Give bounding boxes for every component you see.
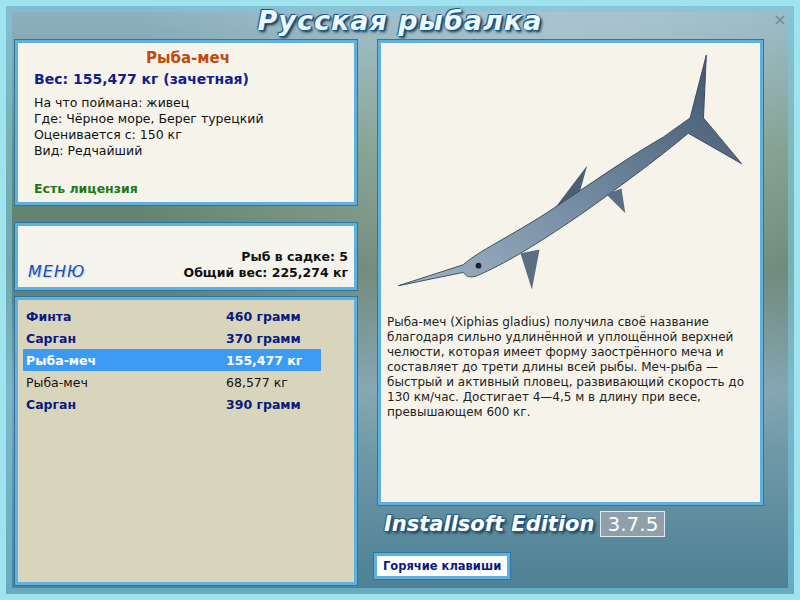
row-fish-weight: 370 грамм (226, 331, 321, 346)
fishing-catch-screen: Русская рыбалка Рыба-меч Вес: 155,477 кг (… (0, 0, 800, 600)
edition-badge: Installsoft Edition3.7.5 (378, 511, 763, 537)
license-status: Есть лицензия (34, 181, 342, 196)
fish-description-panel: Рыба-меч (Xiphias gladius) получила своё… (378, 40, 763, 505)
catch-info-panel: Рыба-меч Вес: 155,477 кг (зачетная) На что… (15, 40, 357, 205)
fish-weight: Вес: 155,477 кг (зачетная) (34, 71, 342, 87)
version-label: 3.7.5 (600, 511, 665, 537)
row-fish-name: Сарган (26, 397, 226, 412)
right-column: Рыба-меч (Xiphias gladius) получила своё… (378, 40, 763, 585)
swordfish-icon (387, 47, 754, 309)
total-weight: Общий вес: 225,274 кг (184, 265, 349, 281)
keepnet-row[interactable]: Финта460 грамм (23, 305, 321, 327)
fish-description: Рыба-меч (Xiphias gladius) получила своё… (387, 315, 754, 420)
keepnet-list: Финта460 граммСарган370 граммРыба-меч155… (15, 297, 357, 585)
row-fish-weight: 68,577 кг (226, 375, 321, 390)
content: Рыба-меч Вес: 155,477 кг (зачетная) На что… (0, 40, 800, 600)
catch-detail: Где: Чёрное море, Берег турецкий (34, 111, 342, 127)
keepnet-row[interactable]: Рыба-меч68,577 кг (23, 371, 321, 393)
row-fish-name: Рыба-меч (26, 353, 226, 368)
menu-panel: МЕНЮ Рыб в садке: 5Общий вес: 225,274 кг (15, 223, 357, 290)
catch-detail: Вид: Редчайший (34, 143, 342, 159)
keepnet-row[interactable]: Рыба-меч155,477 кг (23, 349, 321, 371)
keepnet-row[interactable]: Сарган370 грамм (23, 327, 321, 349)
row-fish-name: Финта (26, 309, 226, 324)
close-icon[interactable] (774, 14, 786, 26)
keepnet-totals: Рыб в садке: 5Общий вес: 225,274 кг (184, 249, 349, 281)
menu-button[interactable]: МЕНЮ (28, 262, 85, 281)
row-fish-weight: 155,477 кг (226, 353, 321, 368)
row-fish-weight: 390 грамм (226, 397, 321, 412)
catch-detail: На что поймана: живец (34, 95, 342, 111)
left-column: Рыба-меч Вес: 155,477 кг (зачетная) На что… (15, 40, 357, 585)
catch-detail: Оценивается с: 150 кг (34, 127, 342, 143)
header: Русская рыбалка (0, 0, 800, 40)
fish-name: Рыба-меч (34, 49, 342, 67)
edition-label: Installsoft Edition (384, 512, 594, 536)
row-fish-name: Сарган (26, 331, 226, 346)
row-fish-name: Рыба-меч (26, 375, 226, 390)
game-title: Русская рыбалка (258, 5, 543, 36)
fish-count: Рыб в садке: 5 (184, 249, 349, 265)
row-fish-weight: 460 грамм (226, 309, 321, 324)
keepnet-row[interactable]: Сарган390 грамм (23, 393, 321, 415)
hotkeys-button[interactable]: Горячие клавиши (374, 553, 510, 579)
